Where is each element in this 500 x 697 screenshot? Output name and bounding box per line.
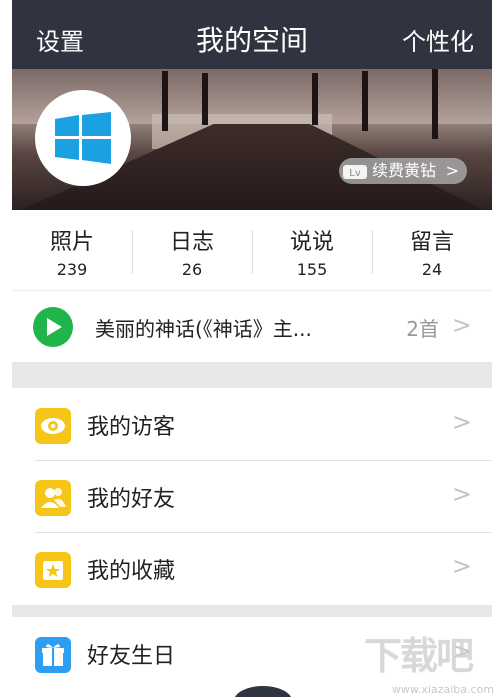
- personalize-button[interactable]: 个性化: [402, 22, 474, 57]
- qzone-profile-screen: 设置 我的空间 个性化 Lv 续费黄钻 > 照片 239 日志 26 说说 15…: [12, 0, 492, 697]
- stat-value: 26: [181, 260, 203, 279]
- friends-icon: [35, 480, 71, 516]
- play-icon: [47, 318, 62, 336]
- stat-label: 照片: [49, 230, 94, 255]
- gift-icon: [35, 637, 71, 673]
- cover-lamp: [202, 73, 208, 125]
- renew-vip-button[interactable]: Lv 续费黄钻 >: [339, 158, 467, 184]
- menu-item-label: 我的好友: [87, 487, 176, 512]
- stat-moments[interactable]: 说说 155: [252, 210, 372, 290]
- song-title: 美丽的神话(《神话》主...: [95, 317, 312, 341]
- music-row[interactable]: 美丽的神话(《神话》主... 2首 >: [12, 290, 492, 363]
- watermark-text: 下载吧: [364, 634, 474, 678]
- song-count: 2首: [406, 317, 439, 341]
- chevron-right-icon: >: [451, 552, 472, 580]
- menu-item-favorites[interactable]: 我的收藏 >: [12, 533, 492, 605]
- top-bar: 设置 我的空间 个性化: [12, 0, 492, 69]
- cover-lamp: [312, 73, 318, 125]
- menu-item-label: 好友生日: [87, 644, 176, 669]
- cover-lamp: [432, 69, 438, 139]
- chevron-right-icon: >: [451, 311, 472, 339]
- menu-item-label: 我的访客: [87, 415, 176, 440]
- stat-label: 日志: [169, 230, 214, 255]
- stat-messages[interactable]: 留言 24: [372, 210, 492, 290]
- stat-value: 239: [56, 260, 88, 279]
- favorite-star-icon: [35, 552, 71, 588]
- windows-logo-icon: [55, 112, 111, 164]
- stat-value: 155: [296, 260, 328, 279]
- eye-icon: [35, 408, 71, 444]
- section-gap: [12, 605, 492, 617]
- avatar[interactable]: [35, 90, 131, 186]
- stat-value: 24: [421, 260, 443, 279]
- chevron-right-icon: >: [445, 161, 459, 180]
- section-gap: [12, 362, 492, 388]
- menu-item-friends[interactable]: 我的好友 >: [12, 461, 492, 533]
- cover-lamp: [362, 71, 368, 131]
- svg-text:Lv: Lv: [349, 168, 361, 179]
- watermark-url: www.xiazaiba.com: [391, 683, 494, 696]
- stat-blog[interactable]: 日志 26: [132, 210, 252, 290]
- stat-photos[interactable]: 照片 239: [12, 210, 132, 290]
- stat-label: 说说: [289, 230, 334, 255]
- cover-lamp: [162, 71, 168, 131]
- play-button[interactable]: [33, 307, 73, 347]
- chevron-right-icon: >: [451, 408, 472, 436]
- stats-bar: 照片 239 日志 26 说说 155 留言 24: [12, 210, 492, 290]
- stat-label: 留言: [409, 230, 454, 255]
- vip-diamond-icon: Lv: [343, 165, 367, 179]
- chevron-right-icon: >: [451, 480, 472, 508]
- menu-item-visitors[interactable]: 我的访客 >: [12, 389, 492, 461]
- watermark: 下载吧 www.xiazaiba.com: [364, 625, 494, 697]
- renew-vip-label: 续费黄钻: [372, 161, 437, 180]
- menu-item-label: 我的收藏: [87, 559, 176, 584]
